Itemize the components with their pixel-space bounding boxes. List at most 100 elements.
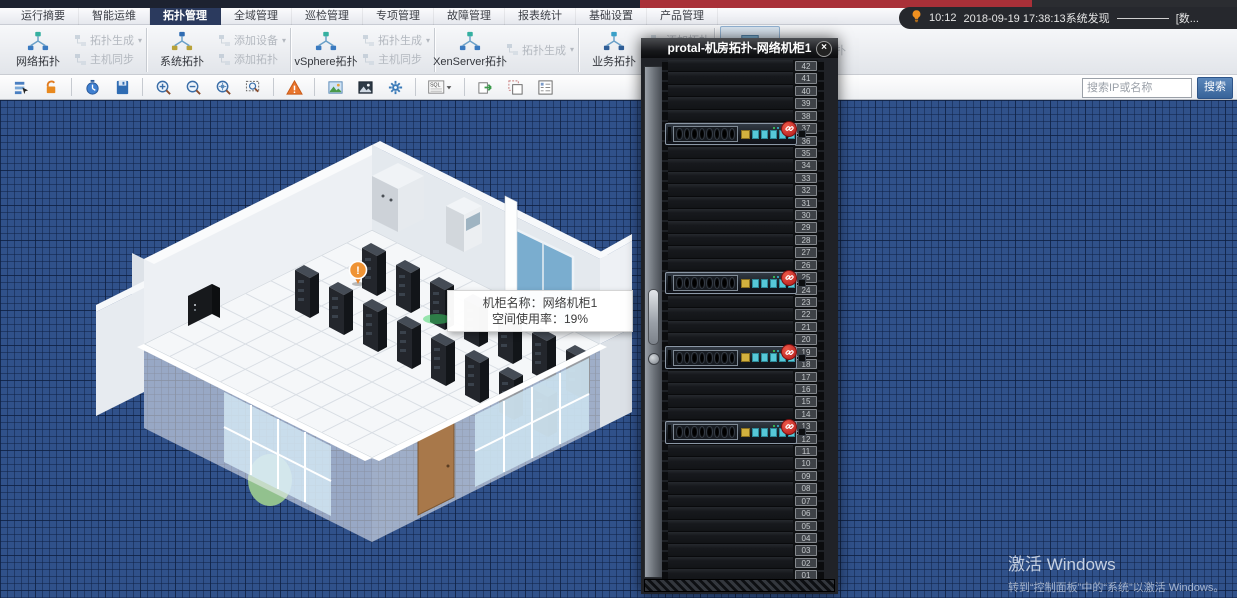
svg-text:SQL: SQL	[430, 82, 440, 88]
ribbon-small-items: 拓扑生成▾主机同步	[74, 33, 142, 67]
rack-slot-02[interactable]	[668, 557, 793, 569]
rack-slot-number: 28	[795, 235, 817, 245]
tab-4[interactable]: 全域管理	[221, 8, 292, 25]
ribbon-button-network-topology[interactable]: 网络拓扑	[8, 26, 68, 74]
rack-slot-05[interactable]	[668, 520, 793, 532]
server-cabinet[interactable]	[431, 333, 455, 386]
rack-rail-right	[818, 60, 824, 580]
tab-2[interactable]: 智能运维	[79, 8, 150, 25]
settings-gear-icon[interactable]	[382, 76, 408, 99]
tab-7[interactable]: 故障管理	[434, 8, 505, 25]
ribbon-button-vsphere-topology[interactable]: vSphere拓扑	[296, 26, 356, 74]
rack-device-switch-3[interactable]	[665, 346, 797, 369]
server-cabinet[interactable]	[363, 299, 387, 352]
ribbon-button-system-topology[interactable]: 系统拓扑	[152, 26, 212, 74]
rack-slot-27[interactable]	[668, 246, 793, 258]
rack-slot-22[interactable]	[668, 308, 793, 320]
rack-device-switch-4[interactable]	[665, 421, 797, 444]
rack-slot-31[interactable]	[668, 197, 793, 209]
rack-slot-42[interactable]	[668, 60, 793, 72]
rack-slot-23[interactable]	[668, 296, 793, 308]
server-cabinet[interactable]	[396, 260, 420, 313]
search-input[interactable]	[1082, 78, 1192, 98]
image-export-icon[interactable]	[322, 76, 348, 99]
snapshot-icon[interactable]	[352, 76, 378, 99]
rack-slot-08[interactable]	[668, 482, 793, 494]
rack-slot-10[interactable]	[668, 457, 793, 469]
polling-icon[interactable]	[79, 76, 105, 99]
server-cabinet[interactable]	[295, 265, 319, 318]
save-icon[interactable]	[109, 76, 135, 99]
tab-6[interactable]: 专项管理	[363, 8, 434, 25]
tab-1[interactable]: 运行摘要	[8, 8, 79, 25]
rack-slot-40[interactable]	[668, 85, 793, 97]
rack-slot-20[interactable]	[668, 333, 793, 345]
tab-10[interactable]: 产品管理	[647, 8, 718, 25]
ribbon-button-xenserver-topology[interactable]: XenServer拓扑	[440, 26, 500, 74]
select-topology-icon[interactable]	[8, 76, 34, 99]
rack-slot-33[interactable]	[668, 172, 793, 184]
ribbon-button-business-topology[interactable]: 业务拓扑	[584, 26, 644, 74]
tab-5[interactable]: 巡检管理	[292, 8, 363, 25]
rack-slot-15[interactable]	[668, 395, 793, 407]
rack-slot-number: 17	[795, 372, 817, 382]
rack-device-switch-1[interactable]	[665, 123, 797, 146]
rack-slot-14[interactable]	[668, 408, 793, 420]
alarm-icon[interactable]	[281, 76, 307, 99]
vsphere-topology-icon	[315, 30, 337, 52]
ac-unit-2[interactable]	[446, 197, 482, 252]
rack-slot-07[interactable]	[668, 495, 793, 507]
rack-slot-09[interactable]	[668, 470, 793, 482]
rack-slot-number: 06	[795, 508, 817, 518]
machine-room-3d-view[interactable]: !	[0, 100, 1237, 598]
link-badge-icon	[781, 270, 797, 286]
zoom-fit-icon[interactable]	[240, 76, 266, 99]
rack-slot-28[interactable]	[668, 234, 793, 246]
close-icon[interactable]: ×	[816, 41, 832, 57]
unlock-icon[interactable]	[38, 76, 64, 99]
rack-slot-17[interactable]	[668, 371, 793, 383]
notification-bar[interactable]: 10:12 2018-09-19 17:38:13系统发现 [数...	[899, 7, 1237, 29]
server-cabinet[interactable]	[329, 282, 353, 335]
rack-slot-30[interactable]	[668, 209, 793, 221]
rack-slot-number: 22	[795, 309, 817, 319]
rack-slot-29[interactable]	[668, 221, 793, 233]
layout-icon[interactable]	[532, 76, 558, 99]
search-button[interactable]: 搜索	[1197, 77, 1233, 99]
server-cabinet[interactable]	[397, 316, 421, 369]
tab-9[interactable]: 基础设置	[576, 8, 647, 25]
ac-unit-1[interactable]	[372, 163, 424, 232]
rack-device-switch-2[interactable]	[665, 272, 797, 295]
topology-canvas[interactable]: ! 机柜名称：网络机柜1 空间使用率：19% 激活 Windows 转到“控制面…	[0, 100, 1237, 598]
rack-slot-number: 30	[795, 210, 817, 220]
ribbon-item-add-topology: 添加拓扑	[218, 52, 286, 67]
rack-door-handle[interactable]	[648, 289, 659, 345]
rack-slot-34[interactable]	[668, 159, 793, 171]
rack-slot-03[interactable]	[668, 544, 793, 556]
rack-slot-41[interactable]	[668, 72, 793, 84]
rack-slot-number: 29	[795, 222, 817, 232]
tab-3[interactable]: 拓扑管理	[150, 8, 221, 25]
sql-export-icon[interactable]: SQL	[423, 76, 457, 99]
rack-slot-26[interactable]	[668, 259, 793, 271]
rack-slot-21[interactable]	[668, 321, 793, 333]
rack-slot-39[interactable]	[668, 97, 793, 109]
rack-slot-32[interactable]	[668, 184, 793, 196]
export-icon[interactable]	[472, 76, 498, 99]
tab-8[interactable]: 报表统计	[505, 8, 576, 25]
notify-divider	[1117, 18, 1169, 19]
zoom-reset-icon[interactable]	[210, 76, 236, 99]
toolbar-separator	[464, 78, 465, 96]
toolbar-separator	[142, 78, 143, 96]
server-cabinet[interactable]	[465, 350, 489, 403]
rack-slot-06[interactable]	[668, 507, 793, 519]
rack-slot-38[interactable]	[668, 110, 793, 122]
copy-icon[interactable]	[502, 76, 528, 99]
rack-slot-35[interactable]	[668, 147, 793, 159]
rack-slot-16[interactable]	[668, 383, 793, 395]
zoom-out-icon[interactable]	[180, 76, 206, 99]
rack-slot-04[interactable]	[668, 532, 793, 544]
ribbon-group-1: 网络拓扑拓扑生成▾主机同步	[8, 25, 142, 75]
rack-slot-11[interactable]	[668, 445, 793, 457]
zoom-in-icon[interactable]	[150, 76, 176, 99]
